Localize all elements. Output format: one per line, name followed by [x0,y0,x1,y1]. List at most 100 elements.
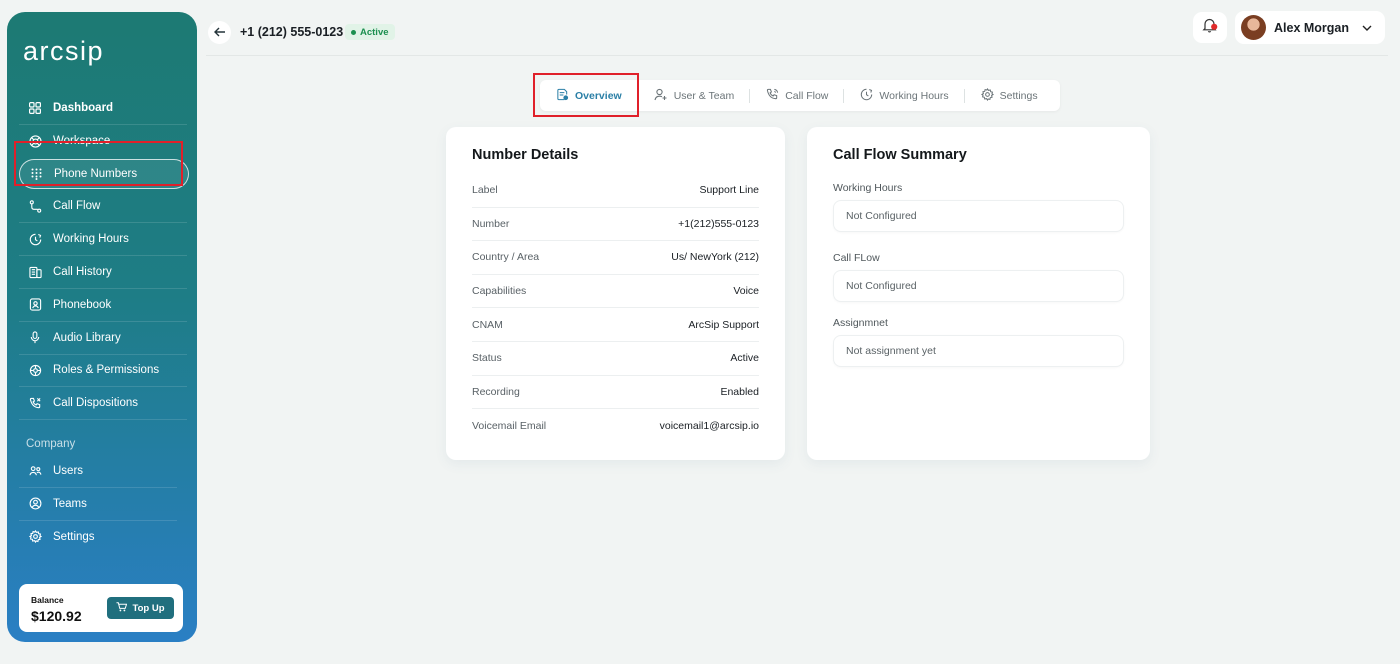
sidebar-item-users[interactable]: Users [19,455,177,488]
gear-icon [980,87,994,104]
page-title: +1 (212) 555-0123 [240,25,344,39]
call-flow-label: Call FLow [833,252,880,264]
sidebar-item-label: Call History [53,266,112,279]
sidebar-item-label: Call Dispositions [53,397,139,410]
detail-row-recording: Recording Enabled [472,376,759,410]
clock-icon [28,232,42,246]
phone-icon [28,396,42,410]
users-icon [28,464,42,478]
detail-row-label: Label Support Line [472,174,759,208]
detail-row-number: Number +1(212)555-0123 [472,208,759,242]
sidebar-item-call-history[interactable]: Call History [19,256,187,289]
user-menu[interactable]: Alex Morgan [1235,11,1385,44]
balance-card: Balance $120.92 Top Up [19,584,183,632]
detail-value: Enabled [720,385,759,398]
shield-icon [28,363,42,377]
detail-row-status: Status Active [472,342,759,376]
working-hours-label: Working Hours [833,182,903,194]
top-up-label: Top Up [132,602,165,614]
tab-call-flow[interactable]: Call Flow [750,87,845,105]
balance-label: Balance [31,595,64,605]
working-hours-field[interactable]: Not Configured [833,200,1124,232]
cart-icon [116,601,128,615]
call-flow-field[interactable]: Not Configured [833,270,1124,302]
sidebar-item-label: Dashboard [53,101,114,114]
gear-icon [28,530,42,544]
call-flow-summary-card: Call Flow Summary Working Hours Not Conf… [807,127,1150,460]
sidebar-item-dashboard[interactable]: Dashboard [19,92,187,125]
sidebar-item-phonebook[interactable]: Phonebook [19,289,187,322]
detail-value: Support Line [699,184,759,197]
working-hours-value: Not Configured [846,210,917,222]
back-button[interactable] [208,21,231,44]
avatar [1241,15,1266,40]
user-name: Alex Morgan [1274,20,1350,35]
detail-value: +1(212)555-0123 [678,217,759,230]
detail-key: Recording [472,385,520,398]
sidebar-item-label: Workspace [53,135,111,148]
detail-value: Us/ NewYork (212) [671,251,759,264]
detail-row-country: Country / Area Us/ NewYork (212) [472,241,759,275]
assignment-label: Assignmnet [833,317,888,329]
notifications-button[interactable] [1193,12,1227,43]
detail-key: Country / Area [472,251,540,264]
detail-key: Status [472,352,502,365]
sidebar-item-settings[interactable]: Settings [19,521,177,554]
company-nav: Users Teams Settings [19,455,177,553]
tab-working-hours[interactable]: Working Hours [844,87,965,105]
tab-label: Working Hours [879,89,949,102]
team-icon [28,497,42,511]
dialpad-icon [29,167,43,181]
call-flow-value: Not Configured [846,280,917,292]
detail-row-voicemail-email: Voicemail Email voicemail1@arcsip.io [472,409,759,443]
sidebar-item-label: Teams [53,497,87,510]
balance-value: $120.92 [31,608,82,624]
sidebar-item-roles-permissions[interactable]: Roles & Permissions [19,355,187,388]
sidebar-item-label: Users [53,464,84,477]
detail-key: Capabilities [472,285,527,298]
sidebar-item-teams[interactable]: Teams [19,488,177,521]
assignment-value: Not assignment yet [846,345,936,357]
detail-key: Number [472,217,510,230]
flow-icon [28,199,42,213]
sidebar-item-label: Roles & Permissions [53,364,160,377]
sidebar-item-audio-library[interactable]: Audio Library [19,322,187,355]
arrow-left-icon [213,25,226,40]
sidebar-item-label: Settings [53,530,95,543]
sidebar-item-working-hours[interactable]: Working Hours [19,223,187,257]
sidebar-item-label: Audio Library [53,331,121,344]
phone-flow-icon [766,88,779,104]
sidebar-item-workspace[interactable]: Workspace [19,125,187,158]
detail-key: CNAM [472,318,503,331]
sidebar-item-call-dispositions[interactable]: Call Dispositions [19,387,187,421]
status-text: Active [360,26,389,38]
app-logo[interactable]: arcsip [23,36,104,67]
tab-user-team[interactable]: User & Team [638,87,751,105]
sidebar-item-label: Call Flow [53,200,101,213]
sidebar-item-phone-numbers[interactable]: Phone Numbers [19,158,189,189]
detail-row-cnam: CNAM ArcSip Support [472,308,759,342]
lifebuoy-icon [28,134,42,148]
tab-label: Overview [575,89,622,102]
sidebar-item-label: Phone Numbers [54,167,138,180]
number-details-title: Number Details [472,147,579,163]
status-dot-icon [351,29,356,35]
document-icon [556,88,569,104]
sidebar-item-label: Phonebook [53,298,112,311]
tab-settings[interactable]: Settings [965,87,1054,105]
tab-label: Call Flow [785,89,829,102]
history-icon [28,265,42,279]
grid-icon [28,101,42,115]
user-add-icon [654,88,668,104]
main-nav: Dashboard Workspace Phone Numbers Call F… [19,92,189,421]
tab-bar: Overview User & Team Call Flow Working H… [540,80,1060,111]
top-up-button[interactable]: Top Up [107,597,174,619]
detail-value: voicemail1@arcsip.io [659,419,759,432]
chevron-down-icon [1361,21,1373,39]
sidebar: arcsip Dashboard Workspace Phone Numbers… [7,12,197,642]
tab-overview[interactable]: Overview [540,87,638,105]
detail-value: ArcSip Support [688,318,759,331]
assignment-field[interactable]: Not assignment yet [833,335,1124,367]
tab-label: Settings [999,89,1038,102]
sidebar-item-call-flow[interactable]: Call Flow [19,191,187,224]
